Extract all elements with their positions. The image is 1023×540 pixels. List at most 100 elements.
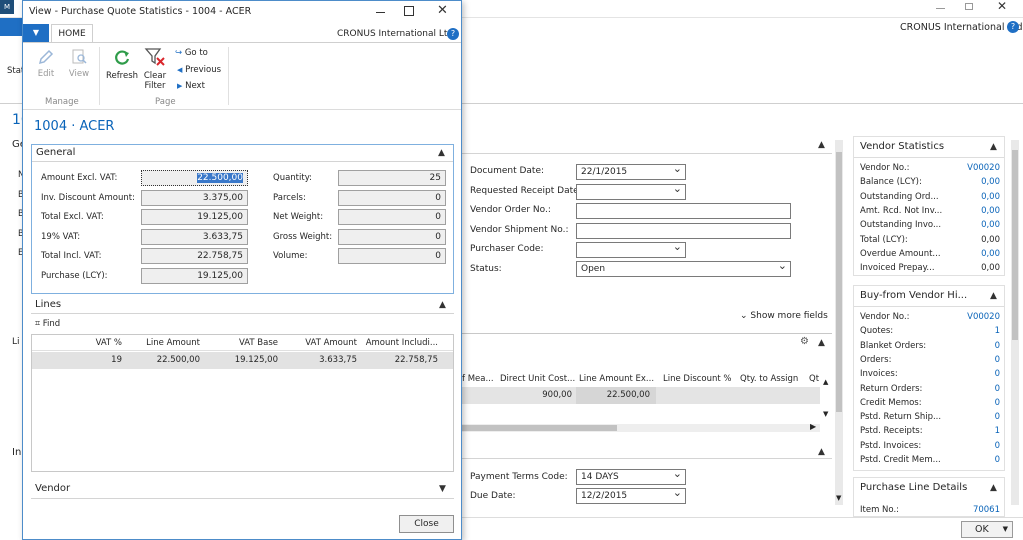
factbox-value[interactable]: 1 <box>995 424 1000 438</box>
due-date-field[interactable]: 12/2/2015 <box>576 488 686 504</box>
chevron-up-icon[interactable]: ▲ <box>990 142 997 152</box>
factbox-value[interactable]: 0,00 <box>981 190 1000 204</box>
vendor-statistics-row: Total (LCY): 0,00 <box>860 233 1000 247</box>
general-field-value[interactable]: 0 <box>338 248 446 264</box>
dialog-maximize-icon[interactable] <box>404 6 414 16</box>
chevron-up-icon[interactable]: ▲ <box>818 447 825 457</box>
lines-header[interactable]: Lines ▲ <box>31 297 454 314</box>
factbox-label: Credit Memos: <box>860 397 922 408</box>
purchaser-code-field[interactable] <box>576 242 686 258</box>
chevron-up-icon[interactable]: ▲ <box>818 338 825 348</box>
vendor-header[interactable]: Vendor ▼ <box>31 481 454 499</box>
close-window-icon[interactable]: ✕ <box>997 0 1007 13</box>
factbox-value[interactable]: 0 <box>995 382 1000 396</box>
column-header[interactable]: Amount Includi... <box>366 335 438 351</box>
minimize-icon[interactable] <box>935 2 947 12</box>
factbox-value[interactable]: 0 <box>995 339 1000 353</box>
factbox-value[interactable]: 0 <box>995 396 1000 410</box>
vendor-shipment-no-field[interactable] <box>576 223 791 239</box>
scroll-down-icon[interactable]: ▼ <box>836 494 841 502</box>
dialog-close-icon[interactable]: ✕ <box>437 3 448 18</box>
general-field-value[interactable]: 3.375,00 <box>141 189 248 206</box>
column-header[interactable]: Line Discount % <box>663 374 732 384</box>
chevron-up-icon[interactable]: ▲ <box>818 140 825 150</box>
scroll-up-icon[interactable]: ▲ <box>823 378 828 386</box>
dialog-help-icon[interactable]: ? <box>447 28 459 40</box>
chevron-up-icon[interactable]: ▲ <box>990 291 997 301</box>
factbox-value[interactable]: 0,00 <box>981 175 1000 189</box>
scroll-down-icon[interactable]: ▼ <box>823 410 828 418</box>
factbox-value[interactable]: 0 <box>995 410 1000 424</box>
next-button[interactable]: ▶ Next <box>177 81 205 91</box>
help-icon[interactable]: ? <box>1007 21 1019 33</box>
general-field-value[interactable]: 0 <box>338 209 446 225</box>
general-field-value[interactable]: 0 <box>338 189 446 206</box>
factbox-value[interactable]: 0 <box>995 453 1000 467</box>
general-field-value[interactable]: 19.125,00 <box>141 267 248 284</box>
general-field-value[interactable]: 22.500,00 <box>141 170 248 186</box>
edit-button[interactable]: Edit <box>33 48 59 79</box>
column-header[interactable]: VAT Base <box>239 335 278 351</box>
general-field-value[interactable]: 19.125,00 <box>141 209 248 225</box>
vendor-order-no-field[interactable] <box>576 203 791 219</box>
refresh-button[interactable]: Refresh <box>105 48 139 81</box>
factbox-value[interactable]: 0,00 <box>981 218 1000 232</box>
requested-receipt-date-field[interactable] <box>576 184 686 200</box>
main-scrollbar[interactable] <box>835 140 843 505</box>
scroll-right-icon[interactable]: ▶ <box>810 422 816 431</box>
close-button[interactable]: Close <box>399 515 454 533</box>
column-header[interactable]: Direct Unit Cost... <box>500 374 575 384</box>
column-header[interactable]: Qty. to Assign <box>740 374 798 384</box>
column-header[interactable]: Line Amount Ex... <box>579 374 654 384</box>
column-header[interactable]: f Mea... <box>462 374 494 384</box>
table-row[interactable]: 900,00 22.500,00 <box>462 387 820 404</box>
previous-button[interactable]: ◀ Previous <box>177 65 221 75</box>
show-more-fields-link[interactable]: ⌄ Show more fields <box>740 311 828 321</box>
restore-icon[interactable] <box>963 2 975 12</box>
factbox-value[interactable]: 0 <box>995 367 1000 381</box>
general-field-value[interactable]: 3.633,75 <box>141 228 248 245</box>
column-header[interactable]: Line Amount <box>146 335 200 351</box>
app-menu-button[interactable] <box>0 18 22 36</box>
table-row[interactable]: 19 22.500,00 19.125,00 3.633,75 22.758,7… <box>32 352 453 369</box>
ok-button[interactable]: OK ▼ <box>961 521 1013 538</box>
item-no-link[interactable]: 70061 <box>973 503 1000 517</box>
column-header[interactable]: VAT % <box>96 335 122 351</box>
buy-from-history-row: Invoices: 0 <box>860 367 1000 381</box>
factbox-scrollbar[interactable] <box>1011 140 1019 505</box>
view-button[interactable]: View <box>65 48 93 79</box>
general-field-label: Amount Excl. VAT: <box>41 173 118 183</box>
buy-from-history-row: Orders: 0 <box>860 353 1000 367</box>
edit-label: Edit <box>37 69 55 79</box>
tab-home[interactable]: HOME <box>51 24 93 43</box>
factbox-value[interactable]: 1 <box>995 324 1000 338</box>
general-field-label: Parcels: <box>273 192 306 203</box>
dialog-minimize-icon[interactable] <box>375 6 387 16</box>
factbox-value[interactable]: 0,00 <box>981 247 1000 261</box>
lines-title: Lines <box>35 299 62 310</box>
factbox-value[interactable]: 0 <box>995 439 1000 453</box>
clear-filter-button[interactable]: Clear Filter <box>140 46 170 91</box>
general-field-value[interactable]: 22.758,75 <box>141 248 248 264</box>
general-field-value[interactable]: 0 <box>338 228 446 245</box>
general-header[interactable]: General ▲ <box>32 145 453 162</box>
general-field-value[interactable]: 25 <box>338 170 446 186</box>
chevron-up-icon[interactable]: ▲ <box>990 483 997 493</box>
status-field[interactable]: Open <box>576 261 791 277</box>
payment-terms-code-field[interactable]: 14 DAYS <box>576 469 686 485</box>
factbox-value[interactable]: 0 <box>995 353 1000 367</box>
go-to-button[interactable]: ↪ Go to <box>175 48 208 58</box>
bg-grid-hscroll[interactable] <box>462 424 820 432</box>
document-date-field[interactable]: 22/1/2015 <box>576 164 686 180</box>
dialog-menu-button[interactable]: ▼ <box>23 24 49 42</box>
factbox-value[interactable]: V00020 <box>967 310 1000 324</box>
find-button[interactable]: ⌗ Find <box>35 319 60 329</box>
vendor-statistics-row: Outstanding Ord... 0,00 <box>860 190 1000 204</box>
factbox-value[interactable]: V00020 <box>967 161 1000 175</box>
settings-icon[interactable]: ⚙ <box>800 336 809 347</box>
column-header[interactable]: Qt <box>809 374 819 384</box>
general-field-value-text: 22.758,75 <box>197 251 243 261</box>
column-header[interactable]: VAT Amount <box>305 335 357 351</box>
factbox-label: Blanket Orders: <box>860 340 927 351</box>
factbox-value[interactable]: 0,00 <box>981 204 1000 218</box>
